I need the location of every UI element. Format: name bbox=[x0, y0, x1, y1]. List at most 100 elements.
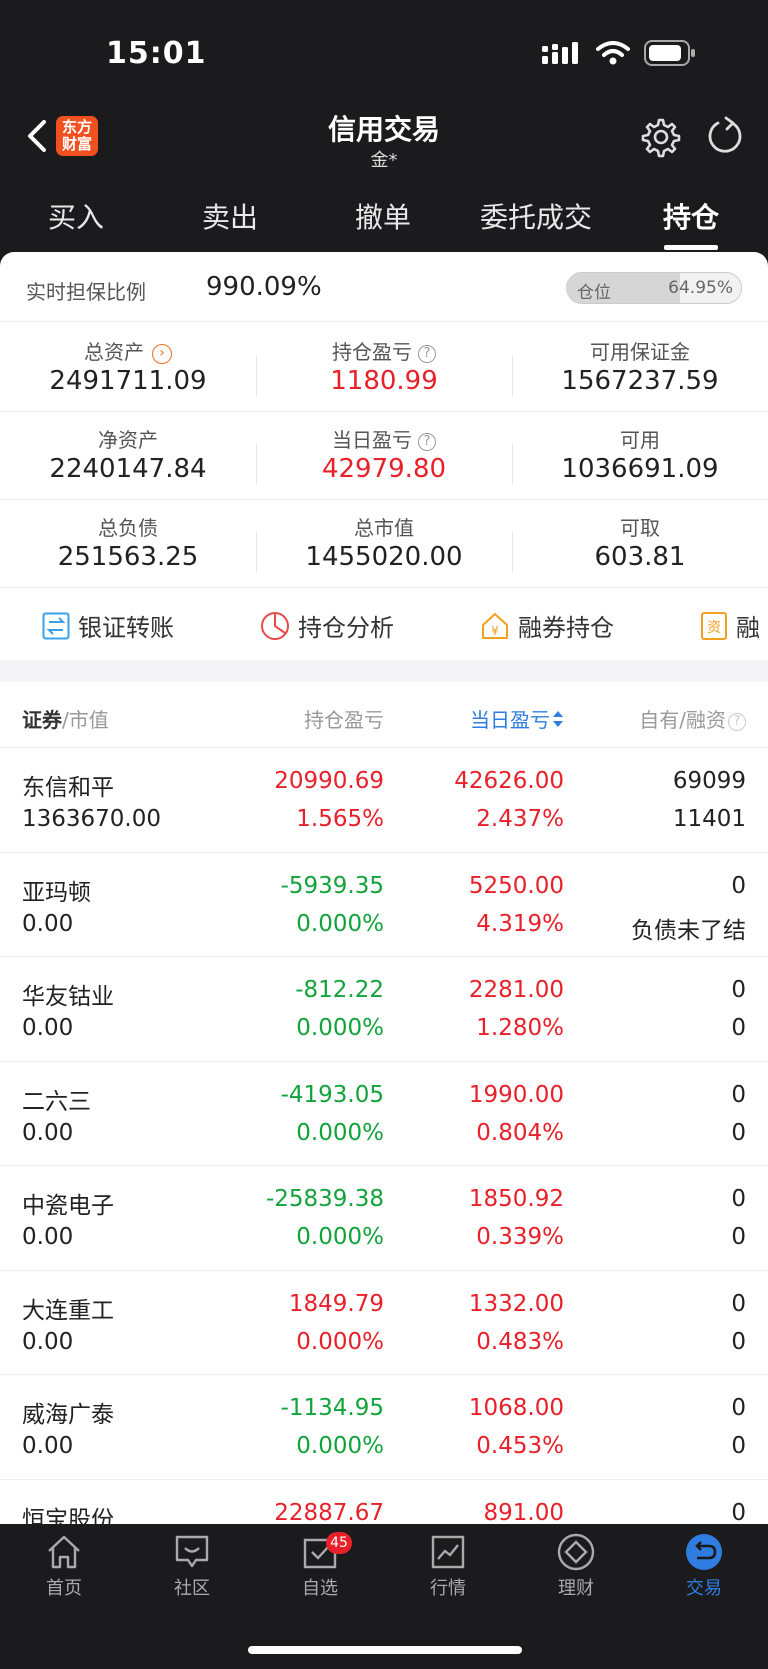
tab-buy[interactable]: 买入 bbox=[48, 196, 104, 236]
daily-pl: 42626.00 bbox=[454, 768, 564, 794]
home-icon bbox=[48, 1535, 80, 1569]
market-value: 0.00 bbox=[22, 1433, 74, 1459]
quick-actions: 银证转账 持仓分析 ¥ 融券持仓 资 融 bbox=[0, 590, 768, 660]
chart-icon bbox=[431, 1535, 465, 1569]
chat-icon bbox=[175, 1535, 209, 1568]
holding-pl: -25839.38 bbox=[265, 1186, 384, 1212]
stat-value: 2240147.84 bbox=[49, 454, 207, 484]
account-stats: 总资产 › 2491711.09 持仓盈亏? 1180.99 可用保证金 1567… bbox=[0, 324, 768, 588]
table-row[interactable]: 二六三 0.00 -4193.05 0.000% 1990.00 0.804% 0 0 bbox=[0, 1062, 768, 1166]
tabbar-trade[interactable]: 交易 bbox=[654, 1532, 754, 1600]
daily-pl: 891.00 bbox=[483, 1499, 564, 1525]
market-value: 0.00 bbox=[22, 1119, 74, 1146]
header-security[interactable]: 证券/市值 bbox=[22, 704, 109, 733]
bank-transfer-button[interactable]: 银证转账 bbox=[42, 608, 174, 643]
collateral-ratio-label: 实时担保比例 bbox=[26, 280, 146, 304]
stat-total-liabilities: 总负债 251563.25 bbox=[0, 500, 256, 588]
tabbar-community[interactable]: 社区 bbox=[142, 1532, 242, 1600]
stat-label: 可取 bbox=[620, 516, 660, 540]
svg-text:¥: ¥ bbox=[491, 624, 499, 638]
stock-name: 恒宝股份 bbox=[22, 1506, 114, 1525]
market-value: 0.00 bbox=[22, 1328, 74, 1355]
daily-pl: 1332.00 bbox=[468, 1290, 564, 1317]
own-shares: 0 bbox=[731, 977, 746, 1003]
market-value: 0.00 bbox=[22, 1015, 74, 1041]
help-icon[interactable]: ? bbox=[418, 345, 436, 363]
position-analysis-button[interactable]: 持仓分析 bbox=[260, 608, 394, 643]
sort-icon bbox=[553, 711, 563, 727]
own-shares: 0 bbox=[731, 1395, 746, 1421]
daily-pl-pct: 0.483% bbox=[476, 1328, 564, 1355]
tab-orders[interactable]: 委托成交 bbox=[480, 196, 592, 236]
table-row[interactable]: 中瓷电子 0.00 -25839.38 0.000% 1850.92 0.339% 0 0 bbox=[0, 1166, 768, 1271]
daily-pl-pct: 0.453% bbox=[476, 1433, 564, 1459]
header-holding-pl[interactable]: 持仓盈亏 bbox=[304, 704, 384, 733]
holding-pl: -812.22 bbox=[295, 977, 384, 1003]
stat-row: 总资产 › 2491711.09 持仓盈亏? 1180.99 可用保证金 1567… bbox=[0, 324, 768, 412]
daily-pl: 5250.00 bbox=[468, 872, 564, 899]
header-daily-pl[interactable]: 当日盈亏 bbox=[470, 704, 564, 733]
daily-pl-pct: 4.319% bbox=[476, 910, 564, 937]
stat-available-margin: 可用保证金 1567237.59 bbox=[512, 324, 768, 412]
holding-pl-pct: 0.000% bbox=[296, 1224, 384, 1250]
holding-pl: -5939.35 bbox=[280, 872, 384, 899]
signal-icon bbox=[542, 42, 578, 64]
table-row[interactable]: 威海广泰 0.00 -1134.95 0.000% 1068.00 0.453% 0 0 bbox=[0, 1375, 768, 1480]
stat-value: 2491711.09 bbox=[49, 366, 207, 396]
svg-text:资: 资 bbox=[707, 620, 721, 636]
table-row[interactable]: 恒宝股份 22887.67 891.00 0 bbox=[0, 1480, 768, 1525]
holding-pl: 1849.79 bbox=[288, 1290, 384, 1317]
holding-pl: 20990.69 bbox=[274, 768, 384, 794]
stat-label: 可用保证金 bbox=[590, 340, 690, 364]
tab-sell[interactable]: 卖出 bbox=[202, 196, 258, 236]
arrow-circle-icon[interactable]: › bbox=[152, 344, 172, 364]
help-icon[interactable]: ? bbox=[728, 713, 746, 731]
tabbar-label: 首页 bbox=[46, 1578, 82, 1599]
table-row[interactable]: 华友钴业 0.00 -812.22 0.000% 2281.00 1.280% 0 0 bbox=[0, 957, 768, 1062]
tab-positions[interactable]: 持仓 bbox=[663, 196, 719, 236]
stat-total-assets[interactable]: 总资产 › 2491711.09 bbox=[0, 324, 256, 412]
gear-icon[interactable] bbox=[640, 116, 682, 158]
table-row[interactable]: 东信和平 1363670.00 20990.69 1.565% 42626.00 2.43… bbox=[0, 748, 768, 853]
stat-row: 总负债 251563.25 总市值 1455020.00 可取 603.81 bbox=[0, 500, 768, 588]
tabbar-home[interactable]: 首页 bbox=[14, 1532, 114, 1600]
table-row[interactable]: 大连重工 0.00 1849.79 0.000% 1332.00 0.483% 0 0 bbox=[0, 1271, 768, 1375]
margin-shares: 0 bbox=[731, 1015, 746, 1041]
status-icons bbox=[542, 40, 696, 66]
tabbar-label: 行情 bbox=[430, 1578, 466, 1599]
refresh-icon[interactable] bbox=[706, 116, 744, 158]
tabbar-market[interactable]: 行情 bbox=[398, 1532, 498, 1600]
tabbar-watchlist[interactable]: 自选 45 bbox=[270, 1532, 370, 1600]
own-shares: 0 bbox=[731, 1499, 746, 1525]
daily-pl: 1990.00 bbox=[468, 1081, 564, 1108]
stat-row: 净资产 2240147.84 当日盈亏? 42979.80 可用 1036691… bbox=[0, 412, 768, 500]
tabbar-label: 社区 bbox=[174, 1578, 210, 1599]
stock-name: 东信和平 bbox=[22, 775, 114, 801]
help-icon[interactable]: ? bbox=[418, 433, 436, 451]
holding-pl-pct: 0.000% bbox=[296, 910, 384, 937]
holding-pl-pct: 0.000% bbox=[296, 1015, 384, 1041]
section-gap bbox=[0, 660, 768, 682]
short-positions-button[interactable]: ¥ 融券持仓 bbox=[480, 608, 614, 643]
own-shares: 0 bbox=[731, 1290, 746, 1317]
stat-withdrawable: 可取 603.81 bbox=[512, 500, 768, 588]
table-row[interactable]: 亚玛顿 0.00 -5939.35 0.000% 5250.00 4.319% 0 负债未了结 bbox=[0, 853, 768, 957]
own-shares: 0 bbox=[731, 1186, 746, 1212]
stat-holding-pl: 持仓盈亏? 1180.99 bbox=[256, 324, 512, 412]
own-shares: 0 bbox=[731, 872, 746, 899]
stock-name: 华友钴业 bbox=[22, 984, 114, 1010]
more-action-button[interactable]: 资 融 bbox=[700, 608, 760, 643]
stat-label: 总负债 bbox=[98, 516, 158, 540]
header-own-margin[interactable]: 自有/融资? bbox=[639, 704, 746, 733]
stat-value: 1180.99 bbox=[330, 366, 438, 396]
tabbar-wealth[interactable]: 理财 bbox=[526, 1532, 626, 1600]
quick-action-label: 银证转账 bbox=[78, 614, 174, 642]
stat-label: 当日盈亏 bbox=[332, 428, 412, 452]
stat-value: 42979.80 bbox=[321, 454, 447, 484]
holding-pl-pct: 0.000% bbox=[296, 1119, 384, 1146]
tab-cancel[interactable]: 撤单 bbox=[355, 196, 411, 236]
document-icon: 资 bbox=[701, 611, 727, 640]
daily-pl-pct: 0.804% bbox=[476, 1119, 564, 1146]
holdings-list: 东信和平 1363670.00 20990.69 1.565% 42626.00 2.43… bbox=[0, 748, 768, 1524]
stat-label: 可用 bbox=[620, 428, 660, 452]
